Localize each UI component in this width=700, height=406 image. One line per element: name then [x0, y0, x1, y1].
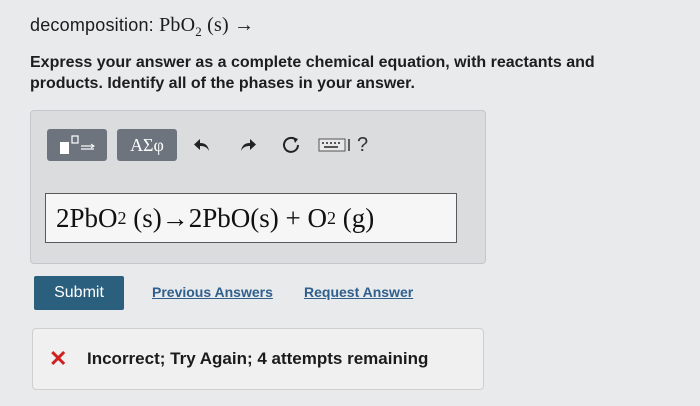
keyboard-icon	[318, 138, 350, 152]
answer-input[interactable]: 2PbO 2 (s)→2PbO(s) + O2 (g)	[45, 193, 457, 243]
x-icon: ✕	[49, 346, 68, 371]
request-answer-link[interactable]: Request Answer	[304, 284, 413, 300]
reactant-formula: PbO2 (s) →	[159, 14, 255, 39]
template-button[interactable]	[47, 129, 107, 161]
greek-symbols-button[interactable]: ΑΣφ	[117, 129, 177, 161]
feedback-message: ✕ Incorrect; Try Again; 4 attempts remai…	[32, 328, 484, 390]
previous-answers-link[interactable]: Previous Answers	[152, 284, 273, 300]
help-icon: ?	[357, 133, 369, 156]
redo-button[interactable]	[229, 129, 265, 161]
answer-editor: ΑΣφ ? 2PbO 2 (s)→2PbO(s) + O 2 (g)	[30, 110, 486, 264]
keyboard-button[interactable]	[317, 129, 353, 161]
question-label: decomposition:	[30, 15, 160, 35]
help-button[interactable]: ?	[357, 129, 368, 161]
redo-icon	[241, 139, 256, 151]
question-text: decomposition: PbO2 (s) →	[30, 14, 254, 40]
undo-icon	[194, 139, 209, 151]
submit-button[interactable]: Submit	[34, 276, 124, 310]
undo-button[interactable]	[185, 129, 221, 161]
reset-icon	[283, 136, 299, 153]
template-icon	[60, 135, 95, 154]
editor-toolbar: ΑΣφ ?	[47, 129, 368, 161]
instructions: Express your answer as a complete chemic…	[30, 54, 595, 92]
reset-button[interactable]	[273, 129, 309, 161]
feedback-text: Incorrect; Try Again; 4 attempts remaini…	[87, 349, 429, 368]
